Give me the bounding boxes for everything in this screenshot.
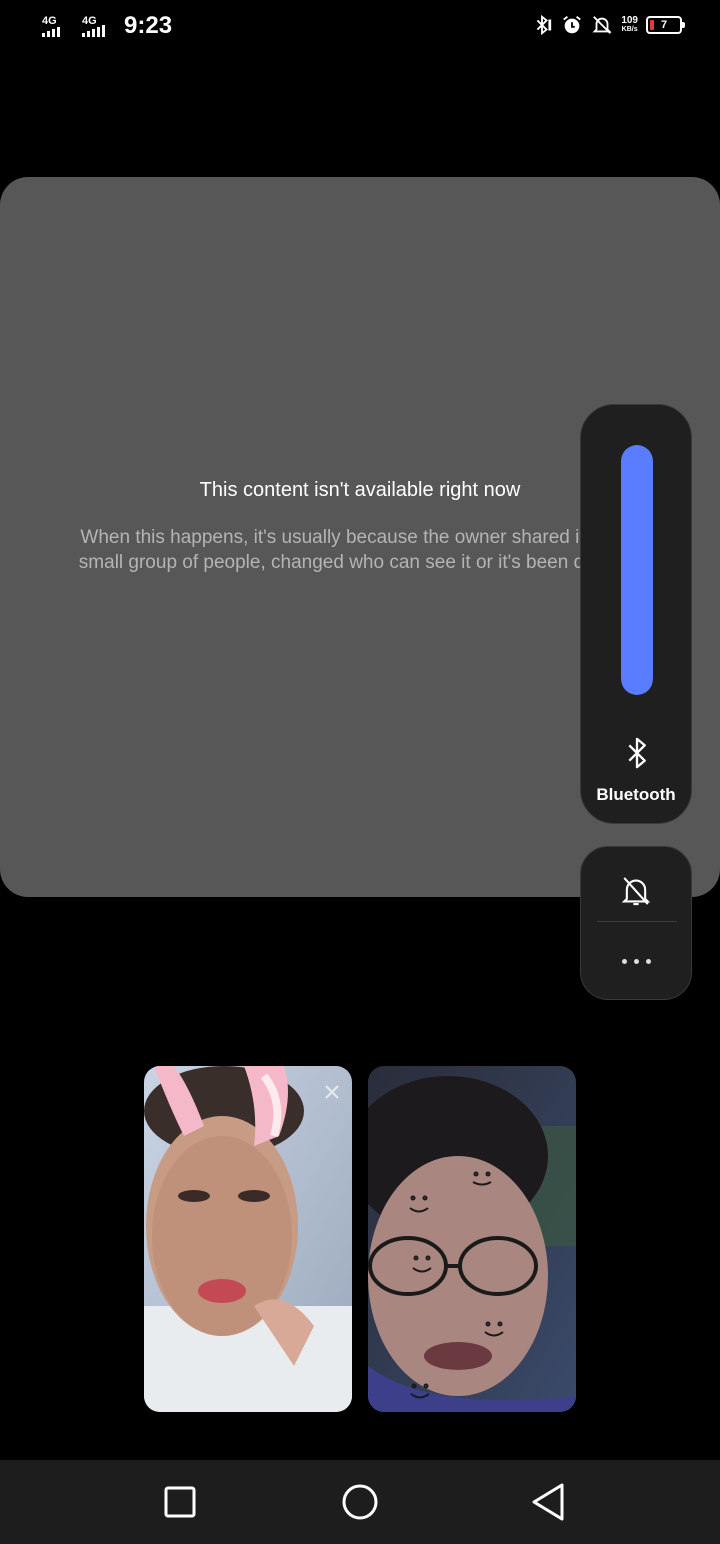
- video-tile-participant-1[interactable]: [144, 1066, 352, 1412]
- video-tile-participant-2[interactable]: [368, 1066, 576, 1412]
- bluetooth-icon: [537, 14, 552, 36]
- bell-off-icon: [621, 877, 651, 906]
- output-device-label: Bluetooth: [596, 785, 676, 804]
- divider: [597, 921, 677, 922]
- volume-slider[interactable]: [621, 445, 653, 695]
- network-speed: 109 KB/s: [621, 15, 638, 34]
- signal-icon: 4G: [40, 13, 74, 39]
- triangle-back-icon: [532, 1483, 564, 1521]
- silent-icon: [592, 16, 612, 34]
- back-button[interactable]: [518, 1480, 578, 1524]
- recents-button[interactable]: [150, 1480, 210, 1524]
- status-bar: 4G 4G 9:23 109 KB/s 7: [0, 0, 720, 58]
- circle-icon: [342, 1484, 378, 1520]
- alarm-icon: [563, 16, 582, 34]
- participant-2-video: [368, 1066, 576, 1412]
- battery-icon: 7: [646, 16, 685, 34]
- home-button[interactable]: [330, 1480, 390, 1524]
- more-options-button[interactable]: [581, 931, 691, 991]
- volume-controls-panel: [580, 846, 692, 1000]
- volume-panel: Bluetooth: [580, 404, 692, 824]
- signal-icon-2: 4G: [80, 13, 114, 39]
- card-message: When this happens, it's usually because …: [78, 527, 642, 573]
- square-icon: [164, 1486, 196, 1518]
- ringer-mute-button[interactable]: [581, 861, 691, 921]
- navigation-bar: [0, 1460, 720, 1544]
- participant-1-video: [144, 1066, 352, 1412]
- volume-slider-fill: [621, 445, 653, 695]
- bluetooth-icon[interactable]: [621, 735, 653, 771]
- more-horizontal-icon: [621, 958, 627, 964]
- clock: 9:23: [124, 12, 173, 39]
